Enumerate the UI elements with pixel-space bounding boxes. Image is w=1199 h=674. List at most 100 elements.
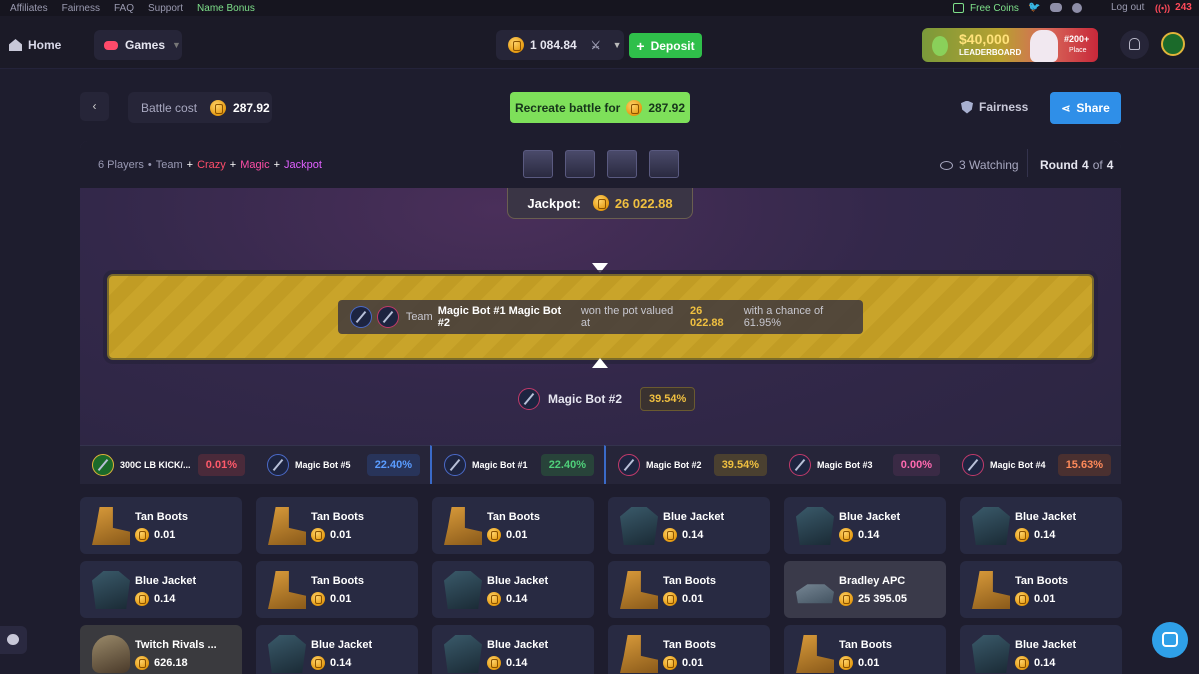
- item-price: 0.01: [311, 592, 351, 606]
- recreate-battle-button[interactable]: Recreate battle for 287.92: [510, 92, 690, 123]
- item-card[interactable]: Blue Jacket 0.14: [432, 625, 594, 674]
- item-name: Tan Boots: [311, 575, 364, 587]
- discord-icon[interactable]: [1050, 3, 1063, 12]
- item-name: Blue Jacket: [311, 639, 373, 651]
- item-card[interactable]: Tan Boots 0.01: [256, 561, 418, 618]
- item-price-value: 0.01: [858, 657, 880, 669]
- coin-icon: [135, 656, 149, 670]
- home-nav[interactable]: Home: [9, 38, 61, 52]
- bunny-icon: [1030, 30, 1058, 62]
- chat-button[interactable]: [0, 626, 27, 654]
- balance-display[interactable]: 1 084.84 ⚔ ▼: [496, 30, 624, 60]
- winner-pct: 39.54%: [640, 387, 696, 411]
- mode-plus: +: [186, 159, 194, 171]
- games-dropdown[interactable]: Games ▼: [94, 30, 182, 60]
- fairness-button[interactable]: Fairness: [961, 100, 1028, 114]
- item-card[interactable]: Blue Jacket 0.14: [960, 625, 1122, 674]
- faq-link[interactable]: FAQ: [114, 3, 134, 14]
- item-price-value: 0.01: [682, 593, 704, 605]
- item-price: 25 395.05: [839, 592, 907, 606]
- deposit-button[interactable]: + Deposit: [629, 33, 702, 58]
- item-card[interactable]: Tan Boots 0.01: [80, 497, 242, 554]
- item-card[interactable]: Blue Jacket 0.14: [608, 497, 770, 554]
- jacket-icon: [620, 507, 658, 545]
- chat-icon: [7, 634, 19, 645]
- item-name: Tan Boots: [839, 639, 892, 651]
- player-pct: 0.01%: [197, 454, 245, 476]
- chevron-down-icon: ▼: [172, 40, 181, 50]
- leaderboard-place: #200+: [1064, 34, 1090, 44]
- coin-icon: [663, 656, 677, 670]
- item-price-value: 25 395.05: [858, 593, 907, 605]
- share-button[interactable]: ⋖ Share: [1050, 92, 1121, 124]
- steam-icon[interactable]: [1072, 2, 1083, 13]
- item-price: 0.14: [663, 528, 703, 542]
- item-card[interactable]: Blue Jacket 0.14: [960, 497, 1122, 554]
- player-slot: 300C LB KICK/... 0.01%: [80, 445, 255, 484]
- battle-cost: Battle cost 287.92: [128, 92, 272, 123]
- item-name: Tan Boots: [311, 511, 364, 523]
- round-current: 4: [1082, 158, 1089, 172]
- item-card[interactable]: Tan Boots 0.01: [784, 625, 946, 674]
- item-card[interactable]: Blue Jacket 0.14: [256, 625, 418, 674]
- boots-icon: [796, 635, 834, 673]
- coin-icon: [487, 656, 501, 670]
- round-indicator: Round 4 of 4: [1040, 158, 1113, 172]
- eye-icon: [940, 160, 953, 170]
- coin-icon: [508, 37, 524, 53]
- share-label: Share: [1076, 101, 1110, 115]
- back-button[interactable]: ‹: [80, 92, 109, 121]
- support-chat-button[interactable]: [1152, 622, 1188, 658]
- logout-link[interactable]: Log out: [1111, 2, 1144, 13]
- name-bonus-link[interactable]: Name Bonus: [197, 3, 255, 14]
- egg-icon: [932, 36, 948, 56]
- fairness-link[interactable]: Fairness: [62, 3, 100, 14]
- player-avatar-icon: [789, 454, 811, 476]
- coin-icon: [663, 528, 677, 542]
- item-card[interactable]: Blue Jacket 0.14: [432, 561, 594, 618]
- item-price-value: 0.01: [682, 657, 704, 669]
- bot-avatar-icon: [350, 306, 372, 328]
- notifications-button[interactable]: [1120, 30, 1149, 59]
- item-card[interactable]: Tan Boots 0.01: [256, 497, 418, 554]
- item-card[interactable]: Blue Jacket 0.14: [80, 561, 242, 618]
- item-card[interactable]: Tan Boots 0.01: [608, 561, 770, 618]
- home-icon: [9, 39, 22, 51]
- item-card[interactable]: Tan Boots 0.01: [432, 497, 594, 554]
- winner-display: Magic Bot #2 39.54%: [518, 387, 696, 411]
- winner-name: Magic Bot #2: [548, 392, 623, 406]
- boots-icon: [268, 507, 306, 545]
- player-avatar-icon: [962, 454, 984, 476]
- mode-players: 6 Players: [98, 159, 144, 171]
- player-pct: 0.00%: [892, 454, 940, 476]
- pointer-up-icon: [592, 358, 608, 368]
- item-price-value: 0.01: [154, 529, 176, 541]
- item-price: 0.14: [135, 592, 175, 606]
- currency-icon: ⚔: [590, 39, 601, 52]
- item-card[interactable]: Twitch Rivals ... 626.18: [80, 625, 242, 674]
- item-card[interactable]: Blue Jacket 0.14: [784, 497, 946, 554]
- leaderboard-label: LEADERBOARD: [959, 48, 1022, 57]
- coin-icon: [487, 528, 501, 542]
- mode-jackpot: Jackpot: [284, 159, 322, 171]
- jackpot-label: Jackpot:: [527, 195, 581, 211]
- item-price: 0.01: [663, 656, 703, 670]
- item-name: Twitch Rivals ...: [135, 639, 217, 651]
- coin-icon: [311, 656, 325, 670]
- online-count: 243: [1175, 2, 1192, 13]
- twitter-icon[interactable]: 🐦: [1028, 2, 1040, 13]
- item-card[interactable]: Bradley APC 25 395.05: [784, 561, 946, 618]
- plus-icon: +: [636, 37, 645, 54]
- user-avatar[interactable]: [1161, 32, 1185, 56]
- boots-icon: [972, 571, 1010, 609]
- leaderboard-banner[interactable]: $40,000 LEADERBOARD #200+ Place: [922, 28, 1098, 62]
- item-card[interactable]: Tan Boots 0.01: [960, 561, 1122, 618]
- player-slot: Magic Bot #3 0.00%: [777, 445, 950, 484]
- affiliates-link[interactable]: Affiliates: [10, 3, 48, 14]
- free-coins[interactable]: Free Coins: [953, 1, 1019, 15]
- item-card[interactable]: Tan Boots 0.01: [608, 625, 770, 674]
- item-name: Tan Boots: [135, 511, 188, 523]
- gift-icon: [953, 3, 964, 13]
- round-of: of: [1092, 158, 1103, 172]
- support-link[interactable]: Support: [148, 3, 183, 14]
